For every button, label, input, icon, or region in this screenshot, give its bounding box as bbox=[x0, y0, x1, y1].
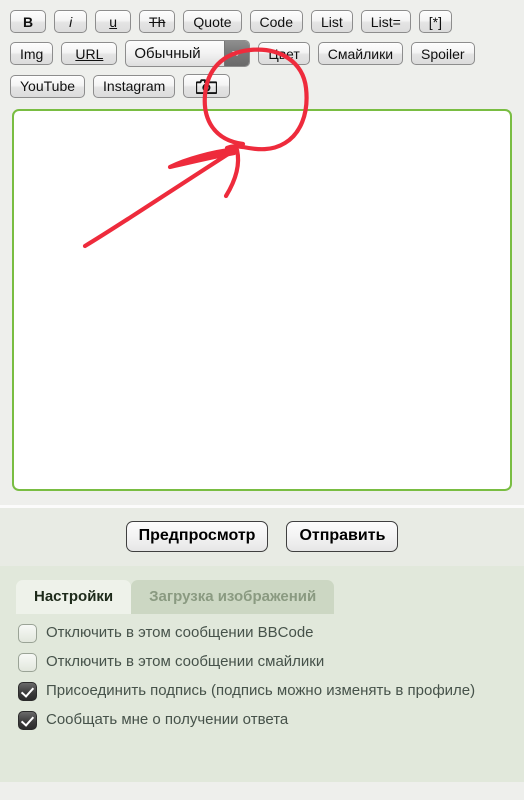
list-ordered-button[interactable]: List= bbox=[360, 10, 411, 33]
spoiler-button[interactable]: Spoiler bbox=[411, 42, 475, 65]
checkbox-notify-reply[interactable] bbox=[18, 711, 37, 730]
url-button[interactable]: URL bbox=[61, 42, 118, 65]
settings-panel: Настройки Загрузка изображений Отключить… bbox=[0, 566, 524, 782]
bbcode-toolbar: B i u Th Quote Code List List= [*] Img U… bbox=[0, 0, 524, 98]
smilies-button[interactable]: Смайлики bbox=[317, 42, 404, 65]
checkbox-row-disable-bbcode[interactable]: Отключить в этом сообщении BBCode bbox=[18, 623, 524, 643]
settings-checkbox-list: Отключить в этом сообщении BBCode Отключ… bbox=[0, 614, 524, 730]
editor-wrapper bbox=[0, 105, 524, 491]
color-button[interactable]: Цвет bbox=[258, 42, 310, 65]
toolbar-row-2: Img URL Обычный Цвет Смайлики Spoiler bbox=[10, 40, 514, 67]
bold-button[interactable]: B bbox=[10, 10, 47, 33]
code-button[interactable]: Code bbox=[249, 10, 303, 33]
checkbox-row-notify-reply[interactable]: Сообщать мне о получении ответа bbox=[18, 710, 524, 730]
strikethrough-button[interactable]: Th bbox=[139, 10, 176, 33]
toolbar-row-1: B i u Th Quote Code List List= [*] bbox=[10, 10, 514, 33]
post-editor-page: B i u Th Quote Code List List= [*] Img U… bbox=[0, 0, 524, 800]
checkbox-disable-bbcode[interactable] bbox=[18, 624, 37, 643]
submit-button[interactable]: Отправить bbox=[286, 521, 399, 552]
font-size-select[interactable]: Обычный bbox=[125, 40, 251, 67]
image-button[interactable]: Img bbox=[10, 42, 54, 65]
camera-icon bbox=[196, 78, 218, 94]
checkbox-label: Отключить в этом сообщении смайлики bbox=[46, 653, 325, 670]
instagram-button[interactable]: Instagram bbox=[93, 74, 176, 98]
action-bar: Предпросмотр Отправить bbox=[0, 508, 524, 566]
list-item-button[interactable]: [*] bbox=[418, 10, 452, 33]
message-textarea[interactable] bbox=[12, 109, 512, 491]
quote-button[interactable]: Quote bbox=[183, 10, 242, 33]
toolbar-row-3: YouTube Instagram bbox=[10, 74, 514, 98]
list-button[interactable]: List bbox=[311, 10, 353, 33]
preview-button[interactable]: Предпросмотр bbox=[125, 521, 269, 552]
underline-button[interactable]: u bbox=[95, 10, 132, 33]
checkbox-label: Сообщать мне о получении ответа bbox=[46, 711, 289, 728]
checkbox-label: Отключить в этом сообщении BBCode bbox=[46, 624, 314, 641]
checkbox-attach-signature[interactable] bbox=[18, 682, 37, 701]
youtube-button[interactable]: YouTube bbox=[10, 74, 86, 98]
checkbox-disable-smilies[interactable] bbox=[18, 653, 37, 672]
tab-settings[interactable]: Настройки bbox=[16, 580, 132, 614]
chevron-down-icon[interactable] bbox=[224, 41, 250, 66]
panel-tabs: Настройки Загрузка изображений bbox=[0, 566, 524, 614]
font-size-select-value: Обычный bbox=[134, 45, 201, 62]
checkbox-label: Присоединить подпись (подпись можно изме… bbox=[46, 682, 476, 699]
tab-image-upload[interactable]: Загрузка изображений bbox=[131, 580, 335, 614]
italic-button[interactable]: i bbox=[54, 10, 88, 33]
checkbox-row-attach-signature[interactable]: Присоединить подпись (подпись можно изме… bbox=[18, 681, 524, 701]
camera-upload-button[interactable] bbox=[183, 74, 231, 98]
checkbox-row-disable-smilies[interactable]: Отключить в этом сообщении смайлики bbox=[18, 652, 524, 672]
